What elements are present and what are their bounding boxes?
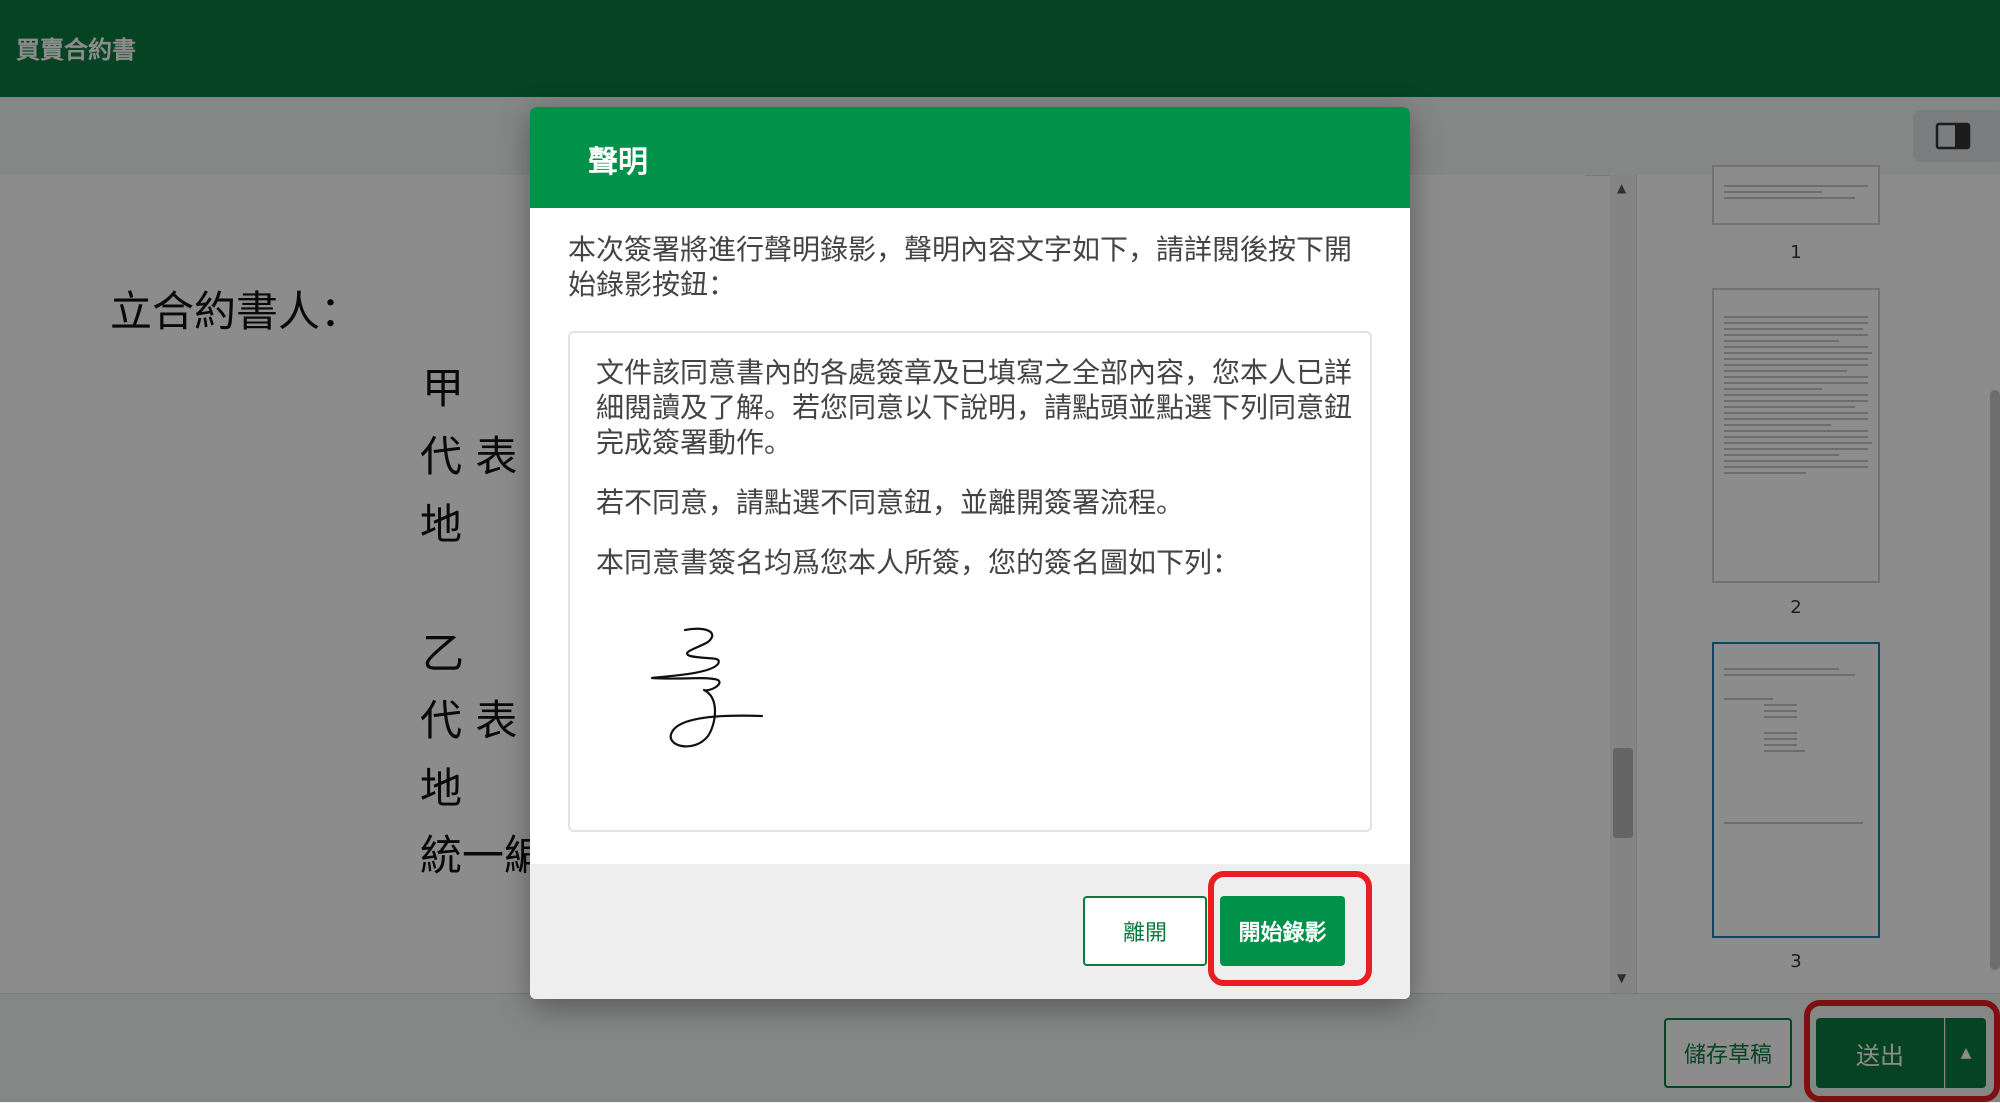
- declaration-content-box: 文件該同意書內的各處簽章及已填寫之全部內容，您本人已詳細閱讀及了解。若您同意以下…: [568, 331, 1372, 832]
- declaration-paragraph: 本同意書簽名均爲您本人所簽，您的簽名圖如下列：: [596, 546, 1241, 579]
- dialog-header: 聲明: [530, 107, 1410, 208]
- start-recording-highlight: [1208, 871, 1372, 986]
- dialog-intro-text: 本次簽署將進行聲明錄影，聲明內容文字如下，請詳閱後按下開始錄影按鈕：: [568, 233, 1353, 301]
- signature-image: [650, 627, 764, 748]
- dialog-title: 聲明: [588, 145, 648, 180]
- leave-button[interactable]: 離開: [1083, 896, 1207, 966]
- declaration-dialog: 聲明 本次簽署將進行聲明錄影，聲明內容文字如下，請詳閱後按下開始錄影按鈕： 文件…: [530, 107, 1410, 999]
- declaration-paragraph: 若不同意，請點選不同意鈕，並離開簽署流程。: [596, 486, 1185, 519]
- declaration-paragraph: 文件該同意書內的各處簽章及已填寫之全部內容，您本人已詳細閱讀及了解。若您同意以下…: [596, 356, 1353, 459]
